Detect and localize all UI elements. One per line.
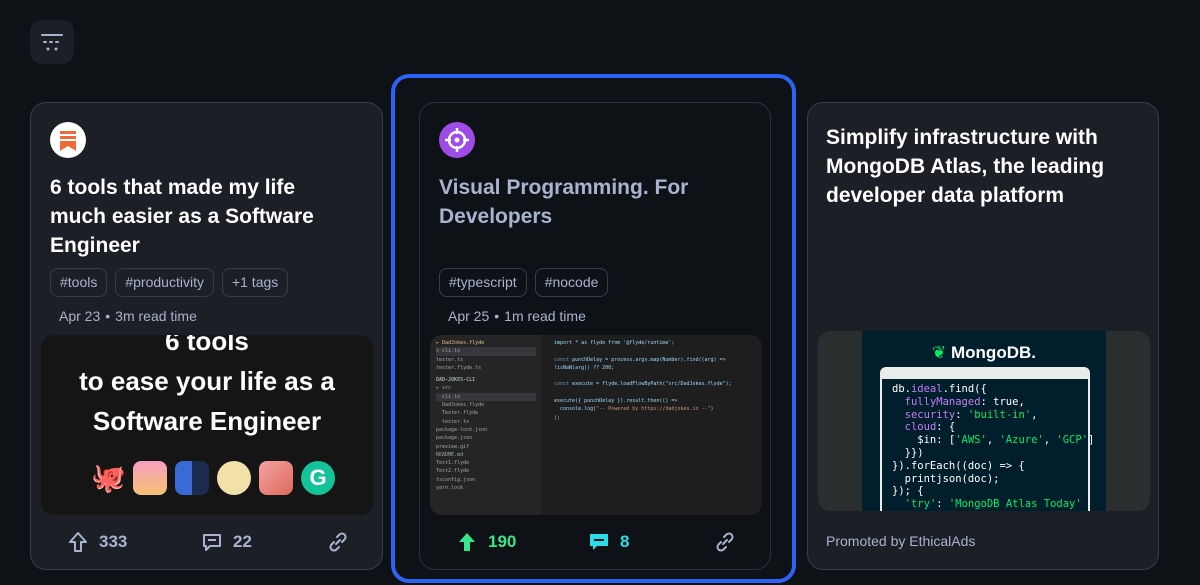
post-meta: Apr 23 • 3m read time [59,308,197,324]
comment-count: 8 [620,532,630,551]
copy-link-button[interactable] [714,531,736,553]
podcast-icon [133,461,167,495]
post-date: Apr 23 [59,308,101,324]
tag-list: #typescript #nocode [439,268,609,297]
read-time: 1m read time [504,308,586,324]
post-thumbnail[interactable]: ▸ DadJokes.flyde × cli.ts tester.ts tester.… [430,335,762,515]
post-meta: Apr 25 • 1m read time [448,308,586,324]
thumb-line: to ease your life as a [79,366,335,396]
thumb-line: Software Engineer [92,406,322,436]
grammarly-icon: G [301,461,335,495]
post-card[interactable]: 6 tools that made my life much easier as… [30,102,383,570]
crosshair-icon [445,128,469,152]
code-editor-sidebar: ▸ DadJokes.flyde × cli.ts tester.ts tester.… [430,335,542,515]
source-avatar[interactable] [50,122,86,158]
comment-count: 22 [233,532,252,551]
tag[interactable]: #productivity [115,268,214,297]
post-thumbnail[interactable]: 6 tools to ease your life as a Software … [41,335,373,515]
post-title[interactable]: 6 tools that made my life much easier as… [50,173,350,260]
upvote-count: 190 [488,532,517,551]
amphetamine-icon [259,461,293,495]
sidebar-app-icon [175,461,209,495]
tag-list: #tools #productivity +1 tags [50,268,289,297]
moon-app-icon [217,461,251,495]
tag[interactable]: #nocode [534,268,609,297]
comment-icon [203,534,221,551]
copy-link-button[interactable] [327,531,349,553]
post-title[interactable]: Visual Programming. For Developers [439,173,739,231]
app-icons: 🐙 G [91,461,335,495]
ad-card[interactable]: Simplify infrastructure with MongoDB Atl… [807,102,1159,570]
upvote-button-active[interactable]: 190 [456,531,516,553]
upvote-count: 333 [99,532,128,551]
octocat-icon: 🐙 [91,462,126,493]
filter-icon [41,34,63,51]
terminal-window: db.ideal.find({ fullyManaged: true, secu… [880,367,1094,511]
tag[interactable]: #tools [50,268,108,297]
mongodb-logo: ❦ MongoDB. [932,343,1036,362]
post-actions: 333 22 [31,531,382,555]
read-time: 3m read time [115,308,197,324]
leaf-icon: ❦ [932,343,947,362]
source-logo-icon [60,131,76,151]
link-icon [716,532,734,552]
more-tags[interactable]: +1 tags [221,268,289,297]
post-actions: 190 8 [420,531,770,555]
link-icon [329,532,347,552]
comment-button-active[interactable]: 8 [588,531,629,553]
comment-icon-filled [590,534,608,550]
post-date: Apr 25 [448,308,490,324]
ad-image[interactable]: ❦ MongoDB. db.ideal.find({ fullyManaged:… [818,331,1150,511]
ad-title[interactable]: Simplify infrastructure with MongoDB Atl… [826,123,1146,210]
tag[interactable]: #typescript [439,268,527,297]
promo-label[interactable]: Promoted by EthicalAds [826,533,975,549]
upvote-icon-filled [459,533,475,551]
thumb-line: 6 tools [165,335,249,356]
comment-button[interactable]: 22 [201,531,252,553]
post-card-focused[interactable]: Visual Programming. For Developers #type… [419,102,771,570]
upvote-button[interactable]: 333 [67,531,127,553]
code-editor-content: import * as flyde from '@flyde/runtime';… [554,340,732,421]
source-avatar[interactable] [439,122,475,158]
upvote-icon [69,532,87,552]
filter-button[interactable] [30,20,74,64]
